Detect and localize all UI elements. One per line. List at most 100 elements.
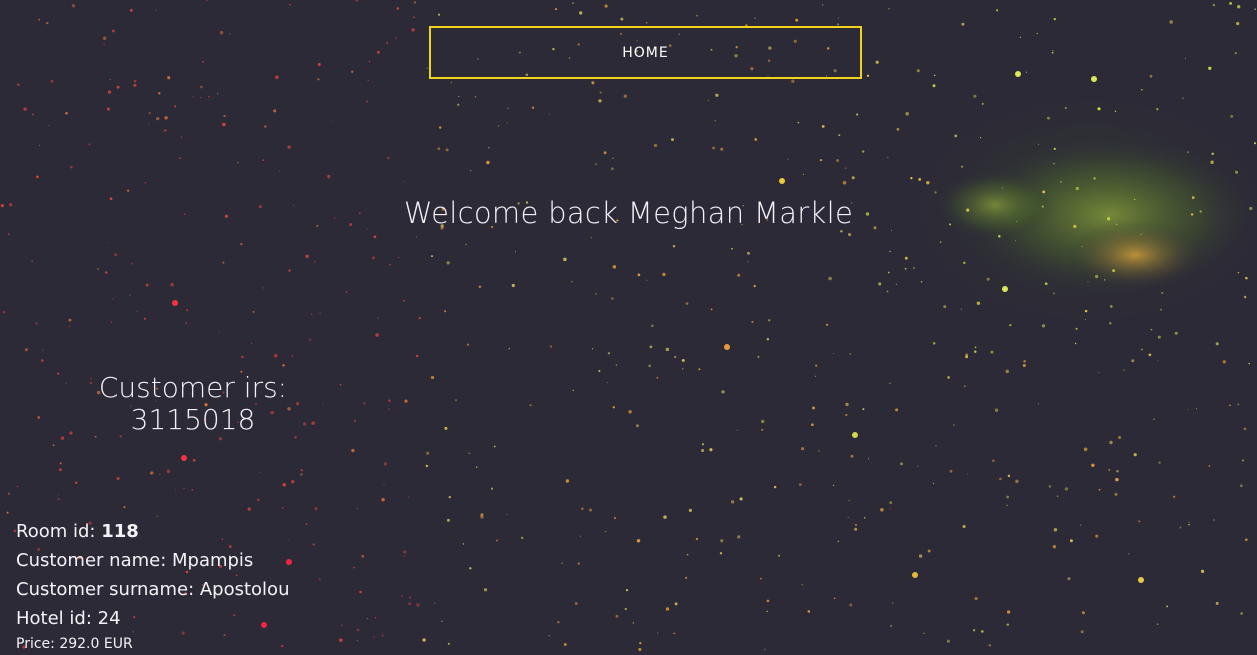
customer-surname-row: Customer surname: Apostolou xyxy=(16,579,290,600)
star xyxy=(496,539,498,542)
star xyxy=(148,111,151,115)
star xyxy=(649,345,653,349)
star xyxy=(791,79,795,84)
star xyxy=(757,355,760,358)
star xyxy=(724,344,730,350)
star xyxy=(589,508,592,512)
star xyxy=(779,178,785,184)
customer-irs-block: Customer irs: 3115018 xyxy=(68,372,318,436)
star xyxy=(574,602,578,605)
star xyxy=(709,448,713,452)
star xyxy=(1015,240,1017,242)
star xyxy=(1053,292,1055,295)
star xyxy=(7,492,10,495)
star xyxy=(842,181,847,185)
star xyxy=(129,294,131,296)
star xyxy=(180,136,183,138)
star xyxy=(1158,461,1161,464)
star xyxy=(112,298,114,300)
star xyxy=(972,629,976,632)
star xyxy=(388,263,391,266)
star xyxy=(939,241,942,243)
star xyxy=(455,399,457,402)
star xyxy=(611,167,614,171)
star xyxy=(1188,521,1190,524)
star xyxy=(16,485,19,488)
star xyxy=(1237,403,1240,406)
star xyxy=(811,423,814,427)
star xyxy=(1015,71,1021,77)
star xyxy=(1116,470,1119,473)
star xyxy=(1075,186,1079,191)
star xyxy=(383,484,385,486)
star xyxy=(403,299,406,302)
star xyxy=(607,352,611,355)
star xyxy=(1006,504,1008,507)
star xyxy=(251,342,253,345)
star xyxy=(1243,427,1247,431)
star xyxy=(698,368,701,371)
star xyxy=(719,552,723,555)
star xyxy=(674,355,677,359)
star xyxy=(845,402,849,407)
star xyxy=(252,310,255,313)
star xyxy=(341,624,343,627)
star xyxy=(798,483,802,487)
star xyxy=(1041,324,1046,328)
star xyxy=(1087,281,1089,283)
star xyxy=(1006,610,1011,614)
star xyxy=(317,78,320,81)
star xyxy=(636,424,639,428)
star xyxy=(106,107,110,111)
star xyxy=(514,251,517,253)
star xyxy=(57,498,60,501)
star xyxy=(812,406,815,410)
star xyxy=(1109,440,1113,445)
star xyxy=(262,159,265,162)
star xyxy=(990,350,994,354)
star xyxy=(620,17,624,21)
star xyxy=(852,432,858,438)
star xyxy=(833,352,835,355)
star xyxy=(595,163,597,165)
star xyxy=(478,285,482,288)
star xyxy=(373,636,375,638)
star xyxy=(1172,495,1176,498)
star xyxy=(133,83,137,87)
star xyxy=(960,308,962,310)
star xyxy=(1187,151,1189,153)
star xyxy=(821,124,825,128)
star xyxy=(416,603,420,607)
star xyxy=(707,99,709,101)
star xyxy=(961,165,964,168)
star xyxy=(1064,106,1067,110)
star xyxy=(1240,484,1243,488)
star xyxy=(206,0,208,2)
star xyxy=(156,116,160,121)
star xyxy=(322,402,324,404)
star xyxy=(1006,623,1010,626)
star xyxy=(2,310,6,314)
star xyxy=(572,2,574,5)
star xyxy=(603,151,607,155)
star xyxy=(1118,436,1122,439)
star xyxy=(445,148,449,152)
star xyxy=(1140,233,1142,235)
star xyxy=(1112,269,1116,273)
star xyxy=(612,265,617,269)
home-link[interactable]: HOME xyxy=(622,45,668,61)
star xyxy=(1067,577,1071,581)
star xyxy=(71,4,76,8)
star xyxy=(828,276,832,281)
star xyxy=(671,138,674,142)
star xyxy=(605,530,607,533)
star xyxy=(581,507,584,511)
star xyxy=(218,331,220,333)
star xyxy=(686,553,689,556)
star xyxy=(145,283,149,287)
star xyxy=(439,126,442,129)
star xyxy=(426,451,430,455)
star xyxy=(932,84,936,88)
star xyxy=(130,262,133,265)
star xyxy=(917,465,919,467)
